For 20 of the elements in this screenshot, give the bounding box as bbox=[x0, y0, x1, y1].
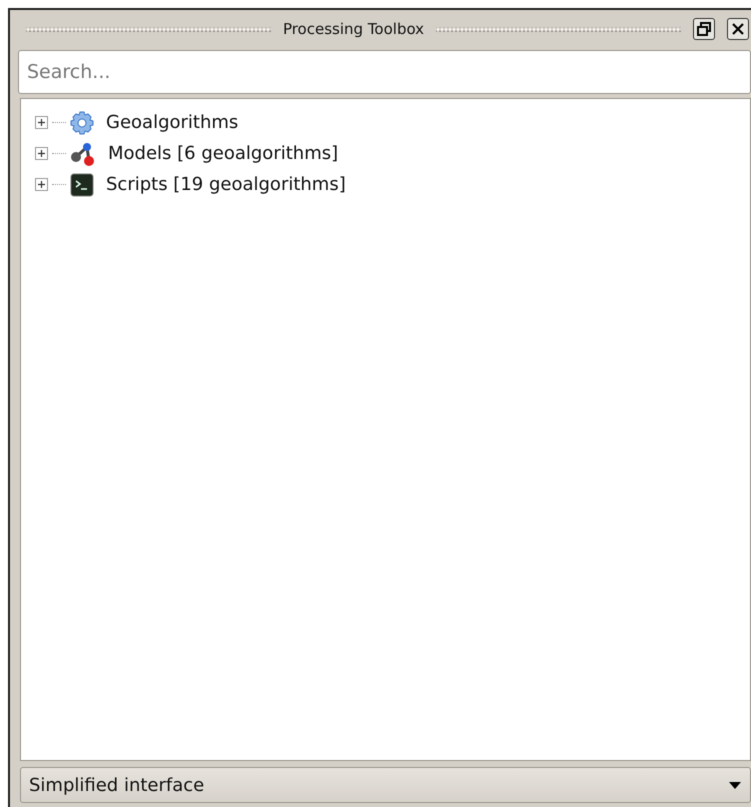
search-field[interactable]: Search... bbox=[18, 50, 751, 94]
expand-toggle[interactable] bbox=[35, 116, 48, 129]
expand-toggle[interactable] bbox=[35, 147, 48, 160]
panel-title: Processing Toolbox bbox=[282, 20, 424, 38]
close-icon bbox=[731, 22, 745, 36]
plus-icon bbox=[37, 180, 46, 189]
gear-icon bbox=[70, 110, 94, 134]
float-button[interactable] bbox=[693, 18, 715, 40]
tree-item[interactable]: Geoalgorithms bbox=[106, 112, 238, 133]
mode-dropdown[interactable]: Simplified interface bbox=[20, 767, 751, 803]
dropdown-arrow-icon bbox=[728, 780, 742, 790]
plus-icon bbox=[37, 149, 46, 158]
plus-icon bbox=[37, 118, 46, 127]
expand-toggle[interactable] bbox=[35, 178, 48, 191]
terminal-icon bbox=[70, 172, 94, 196]
restore-icon bbox=[697, 22, 711, 36]
tree-item[interactable]: Models [6 geoalgorithms] bbox=[108, 143, 338, 164]
close-button[interactable] bbox=[727, 18, 749, 40]
molecule-icon bbox=[70, 140, 96, 166]
tree-item[interactable]: Scripts [19 geoalgorithms] bbox=[106, 174, 346, 195]
